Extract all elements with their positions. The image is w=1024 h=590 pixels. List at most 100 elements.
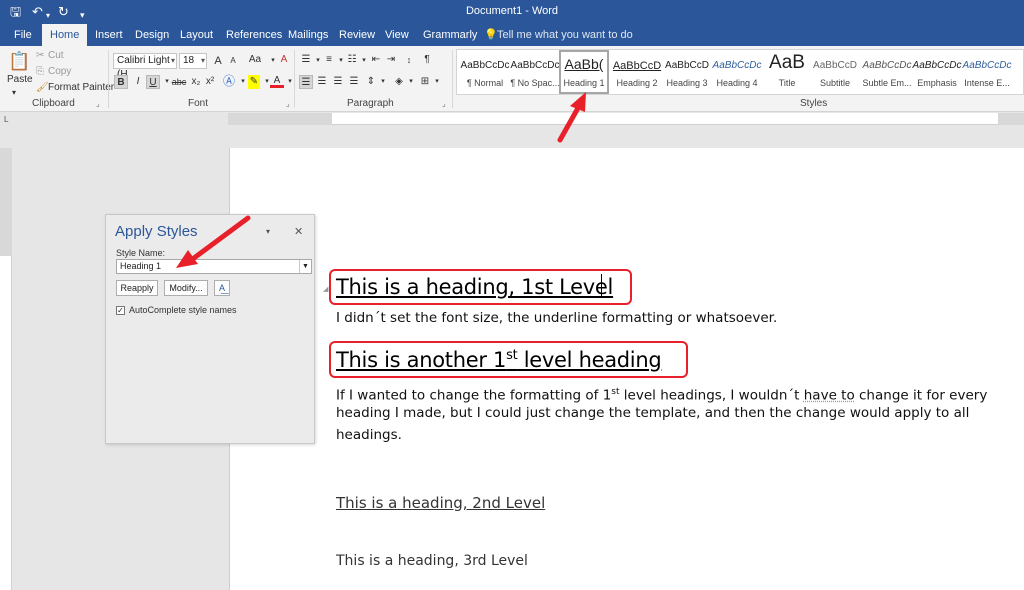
chevron-down-icon[interactable]: ▾ <box>404 75 418 89</box>
style-emphasis[interactable]: AaBbCcDc Emphasis <box>911 50 963 94</box>
shrink-font-button[interactable]: A <box>226 54 240 68</box>
tab-review[interactable]: Review <box>331 24 383 46</box>
highlight-color-icon[interactable]: ✎ <box>248 75 260 89</box>
group-divider <box>294 50 295 108</box>
heading-2[interactable]: This is a heading, 2nd Level <box>336 494 545 512</box>
close-icon[interactable]: ✕ <box>294 225 303 238</box>
apply-styles-pane[interactable]: Apply Styles ▾ ✕ Style Name: Heading 1 ▼… <box>105 214 315 444</box>
increase-indent-icon[interactable]: ⇥ <box>384 53 398 67</box>
reapply-button[interactable]: Reapply <box>116 280 158 296</box>
font-color-icon[interactable]: A <box>270 74 284 88</box>
chevron-down-icon[interactable]: ▾ <box>430 75 444 89</box>
tab-design[interactable]: Design <box>127 24 177 46</box>
tab-insert[interactable]: Insert <box>87 24 131 46</box>
style-preview: AaBbCcDc <box>862 60 912 71</box>
style-preview: AaBbCcD <box>612 60 662 72</box>
heading-3[interactable]: This is a heading, 3rd Level <box>336 553 528 569</box>
cut-button[interactable]: Cut <box>48 49 64 63</box>
style-preview: AaBbCcDc <box>912 60 962 71</box>
show-formatting-icon[interactable]: ¶ <box>420 53 434 67</box>
subscript-button[interactable]: x₂ <box>189 75 203 89</box>
font-launcher-icon[interactable]: ⌟ <box>286 99 290 108</box>
bold-button[interactable]: B <box>114 75 128 89</box>
style-no-spacing[interactable]: AaBbCcDc ¶ No Spac... <box>509 50 561 94</box>
format-painter-button[interactable]: Format Painter <box>48 81 114 95</box>
justify-icon[interactable]: ☰ <box>347 75 361 89</box>
collapse-heading-icon[interactable]: ◢ <box>323 285 328 293</box>
tab-grammarly[interactable]: Grammarly <box>415 24 485 46</box>
style-preview: AaBbCcDc <box>510 60 560 71</box>
tab-selector-icon[interactable]: L <box>4 115 14 125</box>
superscript-text: st <box>611 387 620 397</box>
styles-pane-icon[interactable]: A͟ <box>214 280 230 296</box>
body-text: level headings, I wouldn´t <box>619 387 804 404</box>
paste-button[interactable]: Paste <box>7 73 33 87</box>
chevron-down-icon[interactable]: ▾ <box>376 75 390 89</box>
align-left-icon[interactable]: ☰ <box>299 75 313 89</box>
paste-icon[interactable]: 📋 <box>8 50 30 72</box>
tab-file[interactable]: File <box>6 24 40 46</box>
window-title: Document1 - Word <box>465 5 559 17</box>
style-preview: AaBbCcD <box>665 60 709 71</box>
style-subtle-emphasis[interactable]: AaBbCcDc Subtle Em... <box>861 50 913 94</box>
ribbon-tabs: File Home Insert Design Layout Reference… <box>0 24 1024 46</box>
font-name-combo[interactable]: Calibri Light (H ▾ <box>113 53 177 80</box>
paragraph-launcher-icon[interactable]: ⌟ <box>442 99 446 108</box>
style-heading-4[interactable]: AaBbCcDc Heading 4 <box>711 50 763 94</box>
style-title[interactable]: AaB Title <box>761 50 813 94</box>
sort-icon[interactable]: ↕ <box>402 53 416 67</box>
tab-mailings[interactable]: Mailings <box>280 24 336 46</box>
horizontal-ruler[interactable] <box>228 113 1024 125</box>
vertical-ruler[interactable] <box>0 148 12 590</box>
style-intense-emphasis[interactable]: AaBbCcDc Intense E... <box>961 50 1013 94</box>
autocomplete-checkbox[interactable]: ✓ <box>116 306 125 315</box>
copy-icon: ⎘ <box>36 66 44 77</box>
clipboard-group-label: Clipboard <box>32 98 75 109</box>
style-preview: AaBbCcDc <box>712 60 762 71</box>
strikethrough-button[interactable]: abc <box>170 75 188 89</box>
style-name: Heading 2 <box>616 78 658 88</box>
underline-button[interactable]: U <box>146 75 160 89</box>
style-heading-2[interactable]: AaBbCcD Heading 2 <box>611 50 663 94</box>
pane-options-icon[interactable]: ▾ <box>266 227 270 236</box>
body-paragraph-2-line-3[interactable]: headings. <box>336 425 402 446</box>
style-name: ¶ Normal <box>466 78 504 88</box>
text-effects-icon[interactable]: Ⓐ <box>222 74 236 88</box>
style-heading-1[interactable]: AaBb( Heading 1 <box>559 50 609 94</box>
clipboard-launcher-icon[interactable]: ⌟ <box>96 99 100 108</box>
grow-font-button[interactable]: A <box>211 54 225 68</box>
align-center-icon[interactable]: ☰ <box>315 75 329 89</box>
copy-button[interactable]: Copy <box>48 65 71 79</box>
title-bar: 🖫 ↶ ▾ ↻ ▾ Document1 - Word <box>0 0 1024 24</box>
decrease-indent-icon[interactable]: ⇤ <box>369 53 383 67</box>
tell-me-search[interactable]: Tell me what you want to do <box>497 24 633 46</box>
style-name-combo[interactable]: Heading 1 ▼ <box>116 259 312 274</box>
style-name: Emphasis <box>917 78 957 88</box>
style-subtitle[interactable]: AaBbCcD Subtitle <box>811 50 859 94</box>
tab-layout[interactable]: Layout <box>172 24 221 46</box>
tab-home[interactable]: Home <box>42 24 88 46</box>
tab-view[interactable]: View <box>377 24 417 46</box>
font-size-combo[interactable]: 18 ▾ <box>179 53 207 69</box>
paste-dropdown-icon[interactable]: ▾ <box>12 86 16 100</box>
style-name-value: Heading 1 <box>120 261 162 271</box>
style-preview: AaB <box>769 52 805 73</box>
chevron-down-icon[interactable]: ▼ <box>299 260 311 273</box>
grammar-flag-text[interactable]: have to <box>804 388 855 404</box>
align-right-icon[interactable]: ☰ <box>331 75 345 89</box>
superscript-button[interactable]: x² <box>203 75 217 89</box>
italic-button[interactable]: I <box>131 75 145 89</box>
body-paragraph-2-line-2[interactable]: heading I made, but I could just change … <box>336 403 969 424</box>
change-case-button[interactable]: Aa <box>246 53 264 67</box>
highlight-box-heading-1 <box>329 269 632 305</box>
modify-button[interactable]: Modify... <box>164 280 208 296</box>
body-paragraph-1[interactable]: I didn´t set the font size, the underlin… <box>336 308 777 329</box>
style-heading-3[interactable]: AaBbCcD Heading 3 <box>661 50 713 94</box>
paragraph-group-label: Paragraph <box>347 98 394 109</box>
style-name: Heading 4 <box>716 78 758 88</box>
style-normal[interactable]: AaBbCcDc ¶ Normal <box>459 50 511 94</box>
apply-styles-title: Apply Styles <box>115 223 198 240</box>
ruler-right-margin <box>998 113 1024 125</box>
style-preview: AaBb( <box>564 56 604 72</box>
clear-formatting-button[interactable]: A <box>277 53 291 67</box>
